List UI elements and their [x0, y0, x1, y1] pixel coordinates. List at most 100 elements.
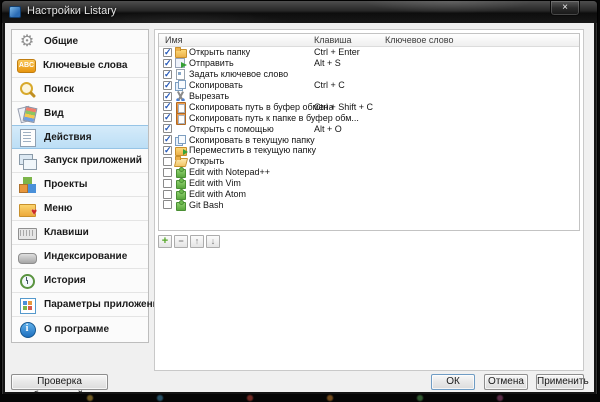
gear-icon: ⚙	[19, 32, 35, 50]
action-row[interactable]: ✓ Переместить в текущую папку	[159, 145, 579, 157]
puzzle-icon	[175, 178, 187, 190]
column-header-key[interactable]: Клавиша	[314, 35, 352, 45]
sidebar-item-menu[interactable]: ♥ Меню	[12, 197, 148, 221]
checkbox-checked[interactable]: ✓	[163, 113, 172, 123]
checkbox-checked[interactable]: ✓	[163, 145, 172, 155]
launch-icon	[17, 152, 37, 170]
checkbox-checked[interactable]: ✓	[163, 58, 172, 68]
sidebar-item-actions[interactable]: Действия	[12, 125, 148, 149]
checkbox-checked[interactable]: ✓	[163, 91, 172, 101]
action-row[interactable]: Git Bash	[159, 199, 579, 211]
action-row[interactable]: ✓ Открыть папку Ctrl + Enter	[159, 47, 579, 59]
action-name: Скопировать	[189, 80, 243, 91]
checkbox-checked[interactable]: ✓	[163, 47, 172, 57]
sidebar-item-label: Общие	[44, 36, 79, 47]
ok-button[interactable]: ОК	[431, 374, 475, 390]
checkbox-unchecked[interactable]	[163, 200, 172, 210]
action-name: Скопировать путь в буфер обмена	[189, 101, 334, 112]
clipboard-icon	[175, 101, 187, 114]
action-row[interactable]: ✓ Открыть с помощью Alt + O	[159, 123, 579, 134]
action-hotkey: Ctrl + Shift + C	[314, 101, 374, 112]
sidebar-item-abc[interactable]: ABC Ключевые слова	[12, 54, 148, 78]
sidebar-item-indexing[interactable]: Индексирование	[12, 245, 148, 269]
puzzle-icon	[175, 167, 187, 179]
remove-action-button[interactable]: −	[174, 235, 188, 248]
desktop-taskbar-strip	[0, 394, 600, 402]
action-row[interactable]: Edit with Notepad++	[159, 167, 579, 179]
checkbox-checked[interactable]: ✓	[163, 102, 172, 112]
sidebar-item-app-options[interactable]: Параметры приложений	[12, 293, 165, 317]
checkbox-checked[interactable]: ✓	[163, 80, 172, 90]
action-row[interactable]: ✓ Вырезать	[159, 91, 579, 102]
projects-icon	[17, 176, 37, 194]
checkbox-checked[interactable]: ✓	[163, 124, 172, 134]
checkbox-unchecked[interactable]	[163, 178, 172, 188]
checkbox-unchecked[interactable]	[163, 189, 172, 199]
action-name: Открыть папку	[189, 47, 251, 58]
indexing-icon	[17, 248, 37, 266]
sidebar-item-label: Проекты	[44, 179, 88, 190]
action-row[interactable]: ✓ Скопировать Ctrl + C	[159, 80, 579, 92]
column-header-keyword[interactable]: Ключевое слово	[385, 35, 453, 45]
copy-icon	[175, 134, 187, 146]
action-row[interactable]: ✓ Отправить Alt + S	[159, 58, 579, 69]
action-row[interactable]: Edit with Vim	[159, 178, 579, 190]
puzzle-icon	[175, 189, 187, 201]
action-name: Edit with Notepad++	[189, 167, 271, 178]
sidebar-item-label: Клавиши	[44, 227, 89, 238]
sidebar-item-label: Поиск	[44, 84, 75, 95]
copy-icon	[175, 80, 187, 92]
move-up-button[interactable]: ↑	[190, 235, 204, 248]
checkbox-checked[interactable]: ✓	[163, 69, 172, 79]
actions-icon	[17, 128, 37, 147]
search-icon	[17, 81, 37, 99]
sidebar-item-keys[interactable]: Клавиши	[12, 221, 148, 245]
sidebar-item-label: История	[44, 275, 86, 286]
sidebar-item-label: Индексирование	[44, 251, 128, 262]
sidebar-item-gear[interactable]: ⚙ Общие	[12, 30, 148, 54]
move-down-button[interactable]: ↓	[206, 235, 220, 248]
action-name: Вырезать	[189, 91, 230, 101]
sidebar-item-launch[interactable]: Запуск приложений	[12, 149, 148, 173]
menu-icon: ♥	[17, 200, 37, 218]
action-name: Скопировать в текущую папку	[189, 134, 315, 145]
titlebar: Настройки Listary ×	[2, 1, 597, 23]
move-icon	[175, 145, 188, 157]
folder-open-icon	[175, 156, 187, 166]
list-toolbar: + − ↑ ↓	[158, 235, 220, 248]
sidebar-item-history[interactable]: История	[12, 269, 148, 293]
action-hotkey: Alt + S	[314, 58, 341, 69]
action-hotkey: Ctrl + C	[314, 80, 345, 91]
column-header-name[interactable]: Имя	[165, 35, 183, 45]
apply-button[interactable]: Применить	[536, 374, 589, 390]
cancel-button[interactable]: Отмена	[484, 374, 528, 390]
sidebar-item-label: Параметры приложений	[44, 299, 165, 310]
action-hotkey: Alt + O	[314, 123, 342, 134]
none-icon	[175, 124, 187, 134]
history-icon	[17, 272, 37, 290]
close-button[interactable]: ×	[550, 1, 580, 16]
sidebar-item-view[interactable]: Вид	[12, 102, 148, 126]
settings-window: Настройки Listary × ⚙ Общие ABC Ключевые сл…	[1, 0, 598, 396]
sidebar-item-projects[interactable]: Проекты	[12, 173, 148, 197]
checkbox-unchecked[interactable]	[163, 167, 172, 177]
action-row[interactable]: Открыть	[159, 156, 579, 167]
add-action-button[interactable]: +	[158, 235, 172, 248]
checkbox-checked[interactable]: ✓	[163, 135, 172, 145]
actions-panel: Имя Клавиша Ключевое слово ✓ Открыть папк…	[154, 29, 584, 371]
action-row[interactable]: ✓ Задать ключевое слово	[159, 69, 579, 81]
sidebar-item-search[interactable]: Поиск	[12, 78, 148, 102]
action-row[interactable]: ✓ Скопировать путь к папке в буфер обм...	[159, 112, 579, 125]
checkbox-unchecked[interactable]	[163, 156, 172, 166]
table-header: Имя Клавиша Ключевое слово	[159, 34, 579, 47]
action-row[interactable]: ✓ Скопировать путь в буфер обмена Ctrl + S…	[159, 101, 579, 114]
clipboard-icon	[175, 112, 187, 125]
sidebar-item-label: О программе	[44, 323, 110, 335]
sidebar-item-label: Ключевые слова	[43, 60, 128, 71]
action-row[interactable]: ✓ Скопировать в текущую папку	[159, 134, 579, 146]
action-row[interactable]: Edit with Atom	[159, 189, 579, 201]
sidebar-item-about[interactable]: i О программе	[12, 317, 148, 341]
check-updates-button[interactable]: Проверка обновлений...	[11, 374, 108, 392]
action-name: Git Bash	[189, 199, 224, 210]
sidebar-item-label: Действия	[44, 131, 92, 143]
